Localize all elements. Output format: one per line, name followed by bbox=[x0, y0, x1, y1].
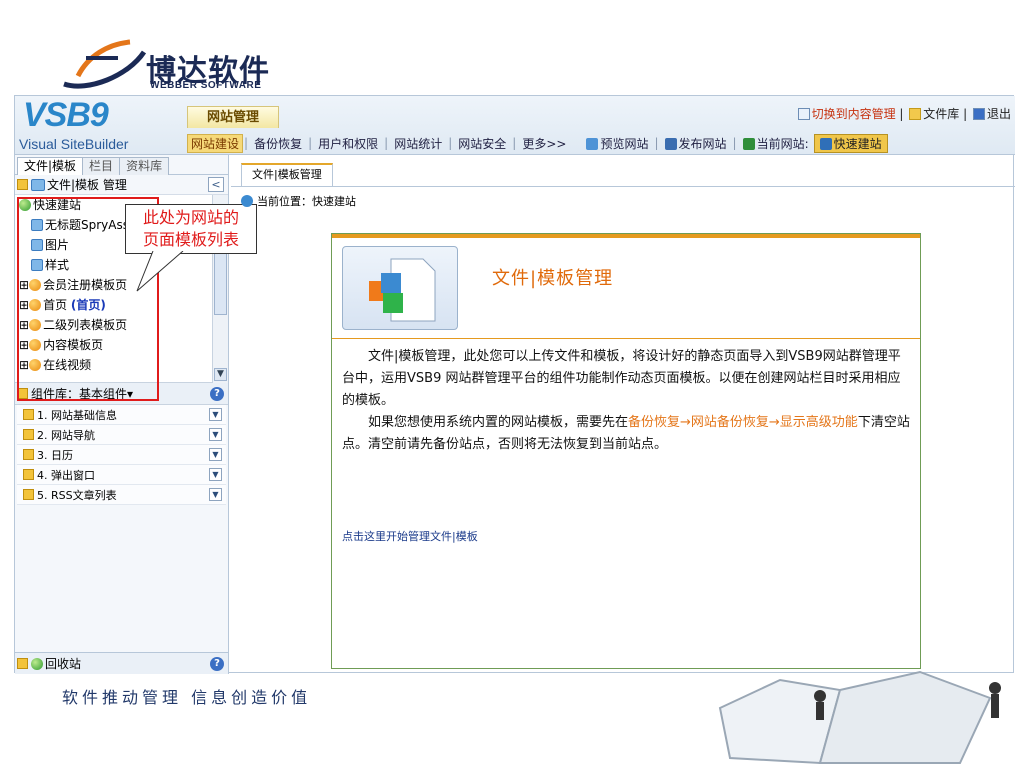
tab-files-templates[interactable]: 文件|模板 bbox=[17, 157, 84, 175]
exit-icon bbox=[972, 108, 985, 120]
file-manager-icon bbox=[31, 178, 45, 191]
backup-restore-path: 备份恢复→网站备份恢复→显示高级功能 bbox=[628, 415, 858, 430]
expand-icon[interactable] bbox=[17, 179, 28, 190]
component-icon bbox=[23, 489, 34, 500]
folder-icon bbox=[909, 108, 922, 120]
quick-build-button[interactable]: 快速建站 bbox=[813, 133, 888, 153]
scroll-down-icon[interactable]: ▼ bbox=[214, 368, 227, 381]
collapse-panel-button[interactable]: < bbox=[208, 177, 224, 192]
tree-item-content[interactable]: ⊞ 内容模板页 bbox=[15, 335, 201, 355]
template-icon bbox=[29, 279, 42, 291]
component-icon bbox=[23, 469, 34, 480]
left-tabs: 文件|模板 栏目 资料库 bbox=[15, 155, 228, 175]
menu-site-stats[interactable]: 网站统计 bbox=[389, 135, 447, 152]
intro-panel: 文件|模板管理 文件|模板管理，此处您可以上传文件和模板，将设计好的静态页面导入… bbox=[331, 233, 921, 669]
brand-logo: 博达软件 WEBBER SOFTWARE bbox=[58, 36, 298, 92]
menu-backup-restore[interactable]: 备份恢复 bbox=[249, 135, 307, 152]
quick-build-icon bbox=[819, 137, 832, 150]
main-content: 文件|模板管理 当前位置：快速建站 文件|模板管理 文件|模板管理，此处您可以上… bbox=[231, 155, 1015, 674]
add-component-icon[interactable]: ▼ bbox=[209, 448, 222, 461]
component-library-title[interactable]: 组件库：基本组件▾ bbox=[31, 385, 133, 402]
component-item[interactable]: 5. RSS文章列表 ▼ bbox=[17, 485, 226, 505]
vsb-logo-subtitle: Visual SiteBuilder bbox=[19, 136, 129, 152]
top-right-links: 切换到内容管理 | 文件库 | 退出 bbox=[796, 105, 1011, 122]
file-library-link[interactable]: 文件库 bbox=[923, 107, 959, 121]
component-item[interactable]: 2. 网站导航 ▼ bbox=[17, 425, 226, 445]
recycle-bin-label: 回收站 bbox=[45, 657, 82, 671]
files-templates-header: 文件|模板 管理 < bbox=[15, 175, 228, 195]
exit-link[interactable]: 退出 bbox=[987, 107, 1011, 121]
component-icon bbox=[23, 449, 34, 460]
separator: | bbox=[963, 107, 971, 121]
template-icon bbox=[29, 339, 42, 351]
menu-more[interactable]: 更多>> bbox=[517, 135, 571, 152]
main-menu: 网站建设 | 备份恢复 | 用户和权限 | 网站统计 | 网站安全 | 更多>>… bbox=[187, 133, 888, 153]
keyboard-keys-illustration bbox=[718, 670, 1001, 765]
menu-users-permissions[interactable]: 用户和权限 bbox=[313, 135, 383, 152]
tab-columns[interactable]: 栏目 bbox=[82, 157, 121, 175]
callout-pointer bbox=[136, 251, 184, 292]
tree-item-online-video[interactable]: ⊞ 在线视频 bbox=[15, 355, 201, 375]
expand-icon[interactable] bbox=[17, 658, 28, 669]
vsb-logo: VSB9 Visual SiteBuilder bbox=[17, 96, 187, 154]
folder-page-icon bbox=[31, 259, 43, 271]
recycle-icon bbox=[31, 657, 43, 670]
component-item[interactable]: 1. 网站基础信息 ▼ bbox=[17, 405, 226, 425]
switch-icon bbox=[797, 108, 810, 120]
add-component-icon[interactable]: ▼ bbox=[209, 468, 222, 481]
top-bar: VSB9 Visual SiteBuilder 网站管理 切换到内容管理 | 文… bbox=[15, 96, 1015, 155]
menu-site-security[interactable]: 网站安全 bbox=[453, 135, 511, 152]
brand-name-en: WEBBER SOFTWARE bbox=[150, 80, 262, 91]
publish-icon bbox=[664, 137, 677, 150]
add-component-icon[interactable]: ▼ bbox=[209, 408, 222, 421]
breadcrumb: 当前位置：快速建站 bbox=[241, 193, 356, 209]
folder-page-icon bbox=[31, 219, 43, 231]
component-library-header: 组件库：基本组件▾ ? bbox=[15, 383, 228, 405]
template-icon bbox=[29, 299, 42, 311]
add-component-icon[interactable]: ▼ bbox=[209, 428, 222, 441]
site-icon bbox=[742, 137, 755, 150]
swoosh-icon bbox=[63, 39, 147, 89]
template-icon bbox=[29, 359, 42, 371]
preview-site-button[interactable]: 预览网站 bbox=[581, 135, 653, 152]
panel-title: 文件|模板管理 bbox=[492, 268, 614, 289]
template-icon bbox=[29, 319, 42, 331]
description-paragraph-2: 如果您想使用系统内置的网站模板，需要先在备份恢复→网站备份恢复→显示高级功能下清… bbox=[342, 415, 910, 452]
folder-page-icon bbox=[31, 239, 43, 251]
description-paragraph-1: 文件|模板管理，此处您可以上传文件和模板，将设计好的静态页面导入到VSB9网站群… bbox=[342, 349, 901, 408]
preview-icon bbox=[586, 137, 599, 150]
publish-site-button[interactable]: 发布网站 bbox=[660, 135, 732, 152]
panel-description: 文件|模板管理，此处您可以上传文件和模板，将设计好的静态页面导入到VSB9网站群… bbox=[342, 346, 910, 456]
files-templates-title: 文件|模板 管理 bbox=[47, 178, 127, 192]
app-window: VSB9 Visual SiteBuilder 网站管理 切换到内容管理 | 文… bbox=[14, 95, 1015, 674]
location-icon bbox=[241, 195, 253, 207]
help-icon[interactable]: ? bbox=[210, 656, 224, 671]
help-icon[interactable]: ? bbox=[210, 386, 224, 401]
switch-to-content-link[interactable]: 切换到内容管理 bbox=[812, 107, 896, 121]
slogan: 软件推动管理 信息创造价值 bbox=[62, 688, 312, 707]
site-root-icon bbox=[19, 199, 31, 211]
add-component-icon[interactable]: ▼ bbox=[209, 488, 222, 501]
start-managing-link[interactable]: 点击这里开始管理文件|模板 bbox=[342, 528, 478, 544]
menu-site-build[interactable]: 网站建设 bbox=[187, 133, 244, 153]
expand-icon[interactable] bbox=[17, 388, 28, 399]
tree-item-secondary-list[interactable]: ⊞ 二级列表模板页 bbox=[15, 315, 201, 335]
component-item[interactable]: 3. 日历 ▼ bbox=[17, 445, 226, 465]
tab-file-template-management[interactable]: 文件|模板管理 bbox=[241, 163, 333, 187]
recycle-bin[interactable]: 回收站 ? bbox=[15, 652, 228, 674]
tab-library[interactable]: 资料库 bbox=[119, 157, 170, 175]
current-site-label: 当前网站: bbox=[738, 135, 814, 152]
separator: | bbox=[899, 107, 908, 121]
component-icon bbox=[23, 409, 34, 420]
component-item[interactable]: 4. 弹出窗口 ▼ bbox=[17, 465, 226, 485]
file-template-icon bbox=[342, 246, 458, 330]
section-tab-site-management[interactable]: 网站管理 bbox=[187, 106, 279, 128]
vsb-logo-text: VSB9 bbox=[23, 96, 109, 134]
component-icon bbox=[23, 429, 34, 440]
